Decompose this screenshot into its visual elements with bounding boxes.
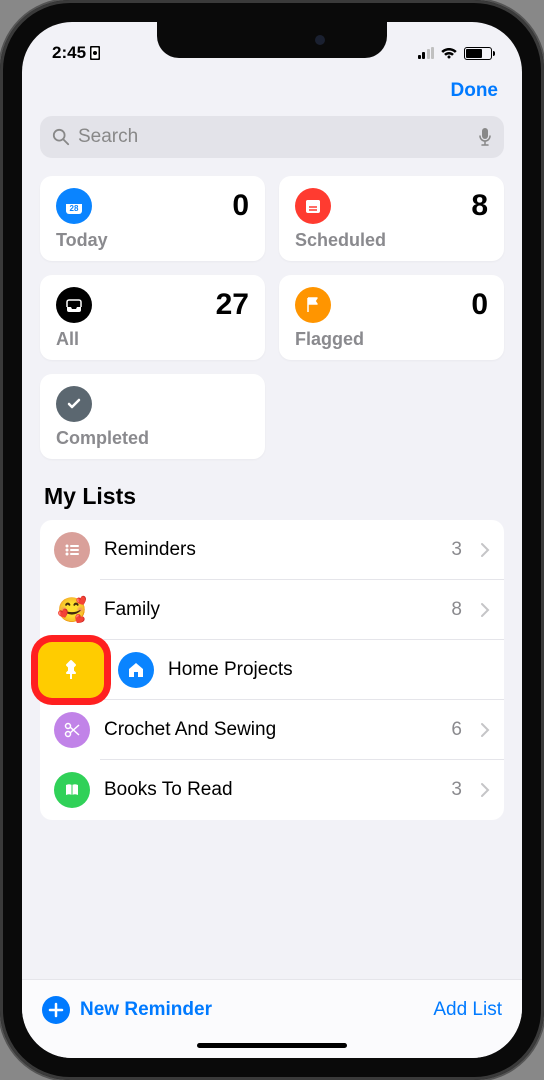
wifi-icon bbox=[440, 46, 458, 60]
completed-label: Completed bbox=[56, 428, 249, 449]
today-card[interactable]: 28 0 Today bbox=[40, 176, 265, 261]
orientation-lock-icon bbox=[90, 46, 100, 60]
all-count: 27 bbox=[216, 288, 249, 322]
battery-icon bbox=[464, 47, 492, 60]
all-label: All bbox=[56, 329, 249, 350]
chevron-right-icon bbox=[480, 782, 490, 798]
checkmark-icon bbox=[56, 386, 92, 422]
calendar-icon bbox=[295, 188, 331, 224]
mic-icon[interactable] bbox=[478, 127, 492, 147]
list-item-reminders[interactable]: Reminders 3 bbox=[40, 520, 504, 580]
list-name: Reminders bbox=[104, 539, 437, 561]
list-icon bbox=[54, 532, 90, 568]
home-icon bbox=[118, 652, 154, 688]
all-card[interactable]: 27 All bbox=[40, 275, 265, 360]
family-emoji-icon: 🥰 bbox=[54, 592, 90, 628]
list-name: Crochet And Sewing bbox=[104, 719, 437, 741]
status-time: 2:45 bbox=[52, 43, 86, 63]
scissors-icon bbox=[54, 712, 90, 748]
list-item-family[interactable]: 🥰 Family 8 bbox=[40, 580, 504, 640]
new-reminder-button[interactable]: New Reminder bbox=[42, 996, 212, 1024]
pin-icon bbox=[60, 659, 82, 681]
list-count: 3 bbox=[451, 539, 462, 561]
search-placeholder: Search bbox=[78, 126, 470, 148]
flagged-label: Flagged bbox=[295, 329, 488, 350]
chevron-right-icon bbox=[480, 542, 490, 558]
signal-icon bbox=[418, 47, 435, 59]
notch bbox=[157, 22, 387, 58]
list-name: Books To Read bbox=[104, 779, 437, 801]
flagged-count: 0 bbox=[471, 288, 488, 322]
flag-icon bbox=[295, 287, 331, 323]
today-label: Today bbox=[56, 230, 249, 251]
done-button[interactable]: Done bbox=[451, 80, 499, 102]
scheduled-count: 8 bbox=[471, 189, 488, 223]
chevron-right-icon bbox=[480, 602, 490, 618]
list-count: 8 bbox=[451, 599, 462, 621]
add-list-button[interactable]: Add List bbox=[433, 999, 502, 1021]
section-title: My Lists bbox=[44, 483, 500, 510]
scheduled-card[interactable]: 8 Scheduled bbox=[279, 176, 504, 261]
scheduled-label: Scheduled bbox=[295, 230, 488, 251]
plus-icon bbox=[42, 996, 70, 1024]
home-indicator[interactable] bbox=[197, 1043, 347, 1048]
today-count: 0 bbox=[232, 189, 249, 223]
chevron-right-icon bbox=[480, 722, 490, 738]
search-input[interactable]: Search bbox=[40, 116, 504, 158]
pin-button[interactable] bbox=[38, 642, 104, 698]
search-icon bbox=[52, 128, 70, 146]
list-name: Home Projects bbox=[168, 659, 476, 681]
list-item-crochet[interactable]: Crochet And Sewing 6 bbox=[40, 700, 504, 760]
svg-text:28: 28 bbox=[70, 204, 79, 213]
my-lists: Reminders 3 🥰 Family 8 bbox=[40, 520, 504, 820]
list-item-home-projects[interactable]: Home Projects bbox=[40, 640, 504, 700]
book-icon bbox=[54, 772, 90, 808]
list-count: 6 bbox=[451, 719, 462, 741]
flagged-card[interactable]: 0 Flagged bbox=[279, 275, 504, 360]
inbox-icon bbox=[56, 287, 92, 323]
list-count: 3 bbox=[451, 779, 462, 801]
new-reminder-label: New Reminder bbox=[80, 999, 212, 1021]
list-item-books[interactable]: Books To Read 3 bbox=[40, 760, 504, 820]
completed-card[interactable]: Completed bbox=[40, 374, 265, 459]
calendar-today-icon: 28 bbox=[56, 188, 92, 224]
list-name: Family bbox=[104, 599, 437, 621]
